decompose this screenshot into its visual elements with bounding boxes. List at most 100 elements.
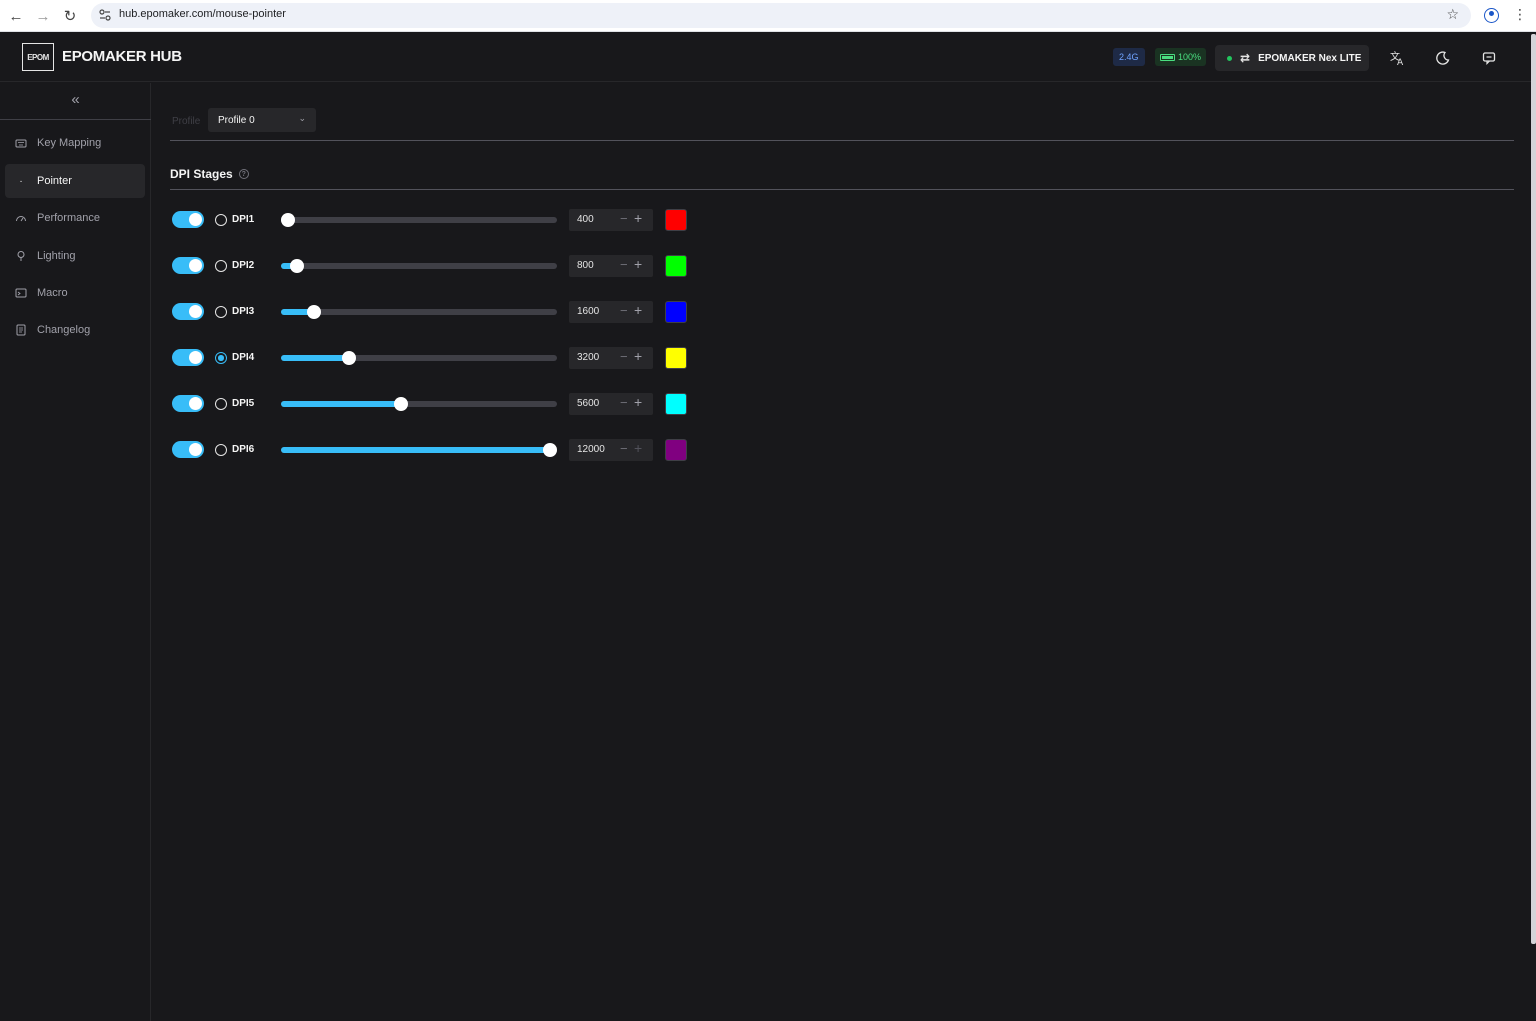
decrement-icon[interactable]: −: [620, 395, 628, 410]
dpi-stage-toggle[interactable]: [172, 211, 204, 228]
decrement-icon[interactable]: −: [620, 441, 628, 456]
dpi-value-stepper[interactable]: 12000 − +: [569, 439, 653, 461]
dpi-slider-thumb[interactable]: [289, 259, 304, 273]
dpi-value-input[interactable]: 800: [577, 260, 594, 271]
dpi-color-swatch[interactable]: [665, 347, 687, 369]
dpi-stage-radio[interactable]: [215, 444, 227, 456]
increment-icon[interactable]: +: [634, 210, 642, 226]
toggle-knob: [189, 213, 202, 226]
epomaker-logo: EPOM: [22, 43, 54, 71]
toggle-knob: [189, 443, 202, 456]
dpi-value-input[interactable]: 400: [577, 214, 594, 225]
bookmark-star-icon[interactable]: ☆: [1446, 6, 1459, 23]
svg-text:A: A: [1397, 58, 1404, 66]
dpi-stage-radio[interactable]: [215, 398, 227, 410]
browser-profile-icon[interactable]: [1484, 8, 1499, 23]
dpi-stage-label: DPI3: [232, 306, 255, 317]
dpi-stage-toggle[interactable]: [172, 441, 204, 458]
increment-icon[interactable]: +: [634, 394, 642, 410]
toggle-knob: [189, 259, 202, 272]
dpi-value-stepper[interactable]: 1600 − +: [569, 301, 653, 323]
dpi-stage-label: DPI1: [232, 214, 255, 225]
dpi-value-input[interactable]: 12000: [577, 444, 605, 455]
dpi-value-input[interactable]: 5600: [577, 398, 599, 409]
sidebar-item-key-mapping[interactable]: Key Mapping: [5, 126, 145, 160]
dpi-slider[interactable]: [281, 259, 557, 273]
dpi-value-stepper[interactable]: 5600 − +: [569, 393, 653, 415]
profile-selected-value: Profile 0: [218, 114, 255, 126]
dpi-stage-row: DPI6 12000 − +: [0, 438, 700, 462]
dpi-stage-label: DPI2: [232, 260, 255, 271]
translate-icon[interactable]: 文A: [1389, 49, 1407, 67]
dpi-color-swatch[interactable]: [665, 439, 687, 461]
increment-icon[interactable]: +: [634, 302, 642, 318]
dpi-slider-thumb[interactable]: [307, 305, 322, 319]
decrement-icon[interactable]: −: [620, 349, 628, 364]
collapse-sidebar-icon[interactable]: «: [0, 91, 151, 108]
dpi-color-swatch[interactable]: [665, 301, 687, 323]
dpi-slider[interactable]: [281, 351, 557, 365]
forward-icon[interactable]: →: [33, 6, 53, 26]
dark-mode-moon-icon[interactable]: [1434, 49, 1452, 67]
dpi-slider[interactable]: [281, 213, 557, 227]
dpi-value-stepper[interactable]: 800 − +: [569, 255, 653, 277]
decrement-icon[interactable]: −: [620, 211, 628, 226]
increment-icon[interactable]: +: [634, 256, 642, 272]
decrement-icon[interactable]: −: [620, 303, 628, 318]
dpi-value-input[interactable]: 3200: [577, 352, 599, 363]
dpi-value-stepper[interactable]: 3200 − +: [569, 347, 653, 369]
dpi-stage-label: DPI6: [232, 444, 255, 455]
dpi-stage-radio[interactable]: [215, 306, 227, 318]
dpi-color-swatch[interactable]: [665, 209, 687, 231]
profile-divider: [170, 140, 1514, 141]
toggle-knob: [189, 397, 202, 410]
increment-icon[interactable]: +: [634, 440, 642, 456]
app-header: EPOM EPOMAKER HUB 2.4G 100% ⇄ EPOMAKER N…: [0, 33, 1536, 82]
dpi-slider-thumb[interactable]: [342, 351, 357, 365]
connected-status-dot: [1227, 55, 1232, 61]
macro-icon: [15, 287, 27, 299]
address-bar[interactable]: hub.epomaker.com/mouse-pointer ☆: [91, 3, 1471, 28]
profile-dropdown[interactable]: Profile 0 ⌄: [208, 108, 316, 132]
dpi-stage-row: DPI5 5600 − +: [0, 392, 700, 416]
dpi-stage-toggle[interactable]: [172, 349, 204, 366]
dpi-slider-fill: [281, 355, 350, 361]
feedback-message-icon[interactable]: [1480, 49, 1498, 67]
battery-icon: [1160, 53, 1175, 61]
dpi-slider-fill: [281, 447, 550, 453]
dpi-slider-thumb[interactable]: [394, 397, 409, 411]
dpi-color-swatch[interactable]: [665, 255, 687, 277]
dpi-value-stepper[interactable]: 400 − +: [569, 209, 653, 231]
sidebar-item-pointer[interactable]: · Pointer: [5, 164, 145, 198]
dpi-stage-toggle[interactable]: [172, 257, 204, 274]
connection-badge: 2.4G: [1113, 48, 1145, 66]
section-title: DPI Stages ?: [170, 167, 249, 181]
site-settings-icon[interactable]: [99, 8, 111, 22]
device-switcher[interactable]: ⇄ EPOMAKER Nex LITE: [1215, 45, 1369, 71]
dpi-value-input[interactable]: 1600: [577, 306, 599, 317]
page-scrollbar[interactable]: [1531, 34, 1536, 944]
dpi-color-swatch[interactable]: [665, 393, 687, 415]
sidebar-divider: [0, 119, 151, 120]
dpi-stage-radio[interactable]: [215, 352, 227, 364]
browser-menu-icon[interactable]: ⋮: [1513, 6, 1527, 23]
dpi-stage-toggle[interactable]: [172, 303, 204, 320]
dpi-stage-radio[interactable]: [215, 260, 227, 272]
increment-icon[interactable]: +: [634, 348, 642, 364]
back-icon[interactable]: ←: [6, 6, 26, 26]
dpi-stage-radio[interactable]: [215, 214, 227, 226]
dpi-stage-toggle[interactable]: [172, 395, 204, 412]
dpi-slider[interactable]: [281, 443, 557, 457]
document-icon: [15, 324, 27, 336]
dpi-stage-label: DPI4: [232, 352, 255, 363]
dpi-slider-thumb[interactable]: [543, 443, 557, 457]
dpi-stage-row: DPI3 1600 − +: [0, 300, 700, 324]
help-icon[interactable]: ?: [238, 169, 249, 179]
dpi-slider-thumb[interactable]: [281, 213, 295, 227]
dpi-slider[interactable]: [281, 305, 557, 319]
decrement-icon[interactable]: −: [620, 257, 628, 272]
dpi-stages-title: DPI Stages: [170, 167, 233, 181]
dpi-slider[interactable]: [281, 397, 557, 411]
keyboard-icon: [15, 137, 27, 149]
reload-icon[interactable]: ↻: [60, 6, 80, 26]
